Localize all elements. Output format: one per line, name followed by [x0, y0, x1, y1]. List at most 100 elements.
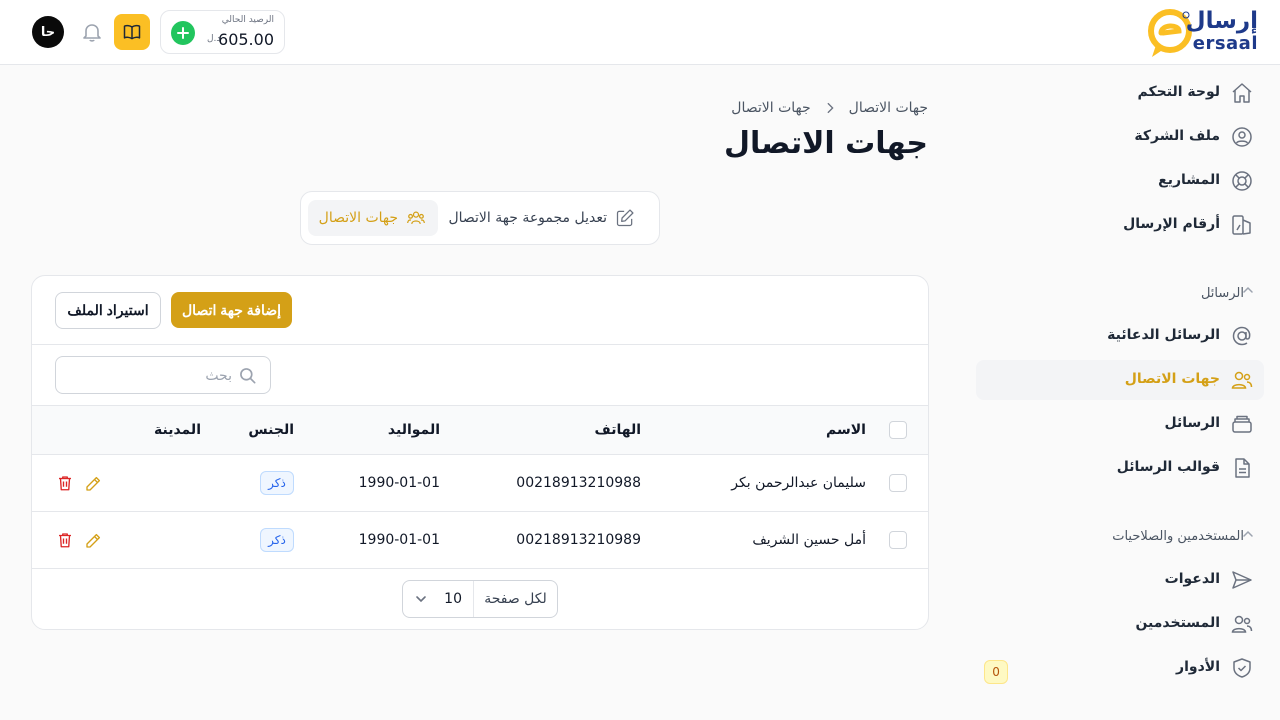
inbox-stack-icon: [1232, 415, 1252, 433]
row-checkbox[interactable]: [889, 474, 907, 492]
chevron-up-icon[interactable]: [1240, 282, 1256, 298]
edit-icon[interactable]: [84, 532, 102, 550]
book-open-icon: [123, 24, 141, 40]
contact-dob: 1990-01-01: [358, 475, 440, 491]
logo-text-ar: إرسال: [1185, 8, 1258, 34]
chevron-left-icon: [827, 102, 834, 114]
per-page-label: لكل صفحة: [473, 581, 557, 617]
users-icon: [1231, 371, 1253, 389]
table-row: سليمان عبدالرحمن بكر 00218913210988 1990…: [32, 455, 928, 512]
lifebuoy-icon: [1232, 171, 1252, 191]
search-icon: [240, 368, 256, 384]
column-header-phone[interactable]: الهاتف: [595, 422, 641, 438]
column-header-city[interactable]: المدينة: [154, 422, 201, 438]
sidebar-item-label: المشاريع: [1158, 172, 1220, 188]
roles-count-badge: 0: [984, 660, 1008, 684]
user-group-icon: [407, 211, 425, 224]
section-title-users-permissions: المستخدمين والصلاحيات: [1112, 529, 1244, 544]
trash-icon[interactable]: [56, 474, 74, 492]
breadcrumb-current: جهات الاتصال: [731, 100, 811, 116]
column-header-name[interactable]: الاسم: [826, 422, 866, 438]
balance-label: الرصيد الحالي: [221, 15, 274, 25]
pencil-square-icon: [616, 209, 634, 227]
sidebar-item-roles[interactable]: الأدوار 0: [976, 648, 1264, 688]
sidebar-item-label: الرسائل الدعائية: [1107, 327, 1220, 343]
docs-button[interactable]: [114, 14, 150, 50]
users-icon: [1231, 615, 1253, 633]
section-title-messages: الرسائل: [1200, 286, 1244, 301]
sidebar-item-label: لوحة التحكم: [1137, 84, 1220, 100]
trash-icon[interactable]: [56, 531, 74, 549]
sidebar: لوحة التحكم ملف الشركة المشاريع أرقام ال…: [960, 65, 1280, 720]
card-toolbar: إضافة جهة اتصال استيراد الملف: [32, 276, 928, 345]
top-header: إرسال ersaal الرصيد الحالي 605.00 د.ل حا: [0, 0, 1280, 65]
contact-dob: 1990-01-01: [358, 532, 440, 548]
add-balance-button[interactable]: [171, 21, 195, 45]
notifications-button[interactable]: [80, 20, 104, 44]
ersaal-logo[interactable]: إرسال ersaal: [1146, 6, 1258, 60]
shield-check-icon: [1233, 658, 1251, 678]
breadcrumb-item[interactable]: جهات الاتصال: [849, 100, 928, 116]
chevron-down-icon: [416, 596, 426, 603]
edit-icon[interactable]: [84, 475, 102, 493]
select-all-checkbox[interactable]: [889, 421, 907, 439]
sidebar-item-label: ملف الشركة: [1134, 128, 1220, 144]
sidebar-item-invitations[interactable]: الدعوات: [976, 560, 1264, 600]
sidebar-item-messages[interactable]: الرسائل: [976, 404, 1264, 444]
sidebar-item-label: الرسائل: [1164, 415, 1220, 431]
table-row: أمل حسين الشريف 00218913210989 1990-01-0…: [32, 512, 928, 569]
balance-currency: د.ل: [207, 34, 221, 44]
sender-numbers-icon: [1232, 215, 1251, 235]
plus-icon: [177, 27, 189, 39]
sidebar-item-label: الدعوات: [1164, 571, 1220, 587]
sidebar-item-contacts[interactable]: جهات الاتصال: [976, 360, 1264, 400]
tab-contacts[interactable]: جهات الاتصال: [308, 200, 438, 236]
import-file-button[interactable]: استيراد الملف: [55, 292, 161, 329]
sidebar-item-dashboard[interactable]: لوحة التحكم: [976, 73, 1264, 113]
home-icon: [1232, 83, 1252, 103]
search-row: [32, 345, 928, 406]
at-sign-icon: [1232, 326, 1251, 346]
sidebar-item-label: أرقام الإرسال: [1123, 216, 1220, 232]
send-icon: [1232, 571, 1252, 589]
table-header: الاسم الهاتف المواليد الجنس المدينة: [32, 406, 928, 455]
search-input[interactable]: [72, 365, 232, 387]
per-page-select[interactable]: 10: [403, 581, 474, 617]
sidebar-item-label: قوالب الرسائل: [1116, 459, 1220, 475]
contact-phone: 00218913210988: [516, 475, 641, 491]
balance-value: 605.00: [218, 30, 274, 49]
sidebar-item-label: المستخدمين: [1135, 615, 1220, 631]
chevron-up-icon[interactable]: [1240, 526, 1256, 542]
sidebar-item-label: الأدوار: [1176, 659, 1220, 675]
column-header-dob[interactable]: المواليد: [388, 422, 440, 438]
user-avatar[interactable]: حا: [32, 16, 64, 48]
logo-text-en: ersaal: [1192, 33, 1258, 54]
tab-edit-contact-group[interactable]: تعديل مجموعة جهة الاتصال: [447, 200, 647, 236]
sidebar-item-projects[interactable]: المشاريع: [976, 161, 1264, 201]
breadcrumb: جهات الاتصال جهات الاتصال: [731, 98, 928, 118]
page-title: جهات الاتصال: [723, 126, 928, 161]
sidebar-item-message-templates[interactable]: قوالب الرسائل: [976, 448, 1264, 488]
column-header-gender[interactable]: الجنس: [248, 422, 294, 438]
gender-badge: ذكر: [260, 528, 294, 552]
gender-badge: ذكر: [260, 471, 294, 495]
document-text-icon: [1235, 458, 1250, 478]
sidebar-item-promo-messages[interactable]: الرسائل الدعائية: [976, 316, 1264, 356]
pagination-per-page: لكل صفحة 10: [402, 580, 558, 618]
sidebar-item-sender-numbers[interactable]: أرقام الإرسال: [976, 205, 1264, 245]
contact-name: أمل حسين الشريف: [752, 532, 866, 548]
add-contact-button[interactable]: إضافة جهة اتصال: [171, 292, 292, 328]
sidebar-item-users[interactable]: المستخدمين: [976, 604, 1264, 644]
contacts-card: إضافة جهة اتصال استيراد الملف الاسم الها…: [31, 275, 929, 630]
tab-label: جهات الاتصال: [318, 210, 398, 226]
tab-label: تعديل مجموعة جهة الاتصال: [448, 210, 607, 226]
contact-name: سليمان عبدالرحمن بكر: [731, 475, 866, 491]
bell-icon: [83, 24, 101, 42]
tab-bar: جهات الاتصال تعديل مجموعة جهة الاتصال: [300, 191, 660, 245]
row-checkbox[interactable]: [889, 531, 907, 549]
user-circle-icon: [1232, 127, 1252, 147]
contact-phone: 00218913210989: [516, 532, 641, 548]
search-box[interactable]: [55, 356, 271, 394]
sidebar-item-company-profile[interactable]: ملف الشركة: [976, 117, 1264, 157]
sidebar-item-label: جهات الاتصال: [1124, 371, 1220, 387]
